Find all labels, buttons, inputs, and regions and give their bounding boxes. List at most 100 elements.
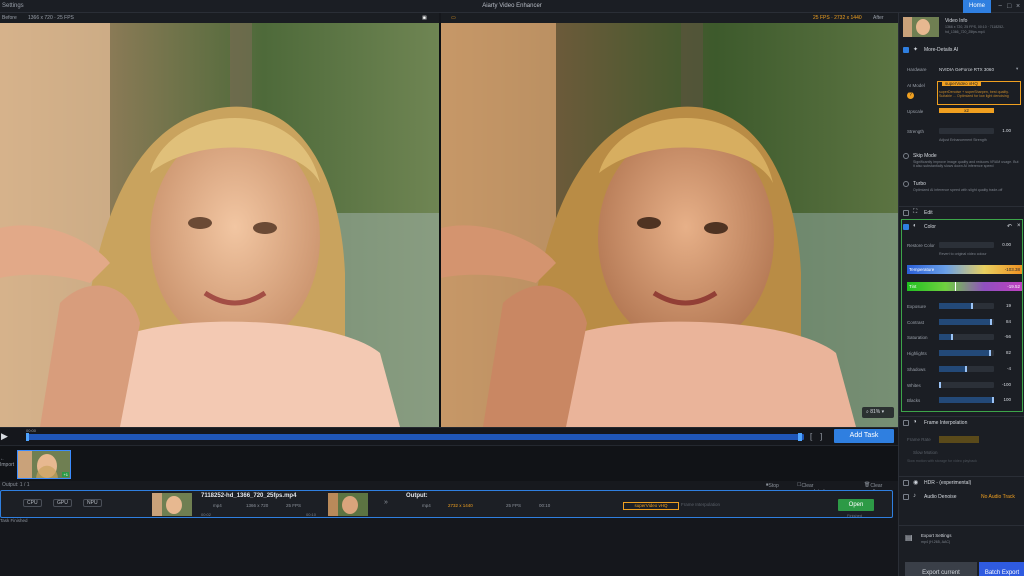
hardware-select[interactable]: NVIDIA GeForce RTX 3060 xyxy=(939,67,994,72)
export-settings-label: Export Settings xyxy=(921,533,952,538)
frame-interp-section[interactable]: ◑ Frame Interpolation xyxy=(899,416,1024,428)
turbo-desc: Optimized AI inference speed with slight… xyxy=(913,188,1003,192)
export-settings-meta: mp4 (H.265, AAC) xyxy=(921,540,951,544)
npu-chip[interactable]: NPU xyxy=(83,499,102,507)
chevron-down-icon: ▾ xyxy=(880,409,885,415)
task-output-thumb xyxy=(328,493,368,516)
timeline-start-handle[interactable] xyxy=(26,433,29,441)
after-preview[interactable] xyxy=(441,23,898,427)
zoom-control[interactable]: ⌕ 81% ▾ xyxy=(862,407,894,418)
minimize-icon[interactable]: − xyxy=(998,3,1002,10)
task-row[interactable]: CPU GPU NPU 7118252-hd_1366_720_25fps.mp… xyxy=(0,490,893,518)
before-preview[interactable] xyxy=(0,23,439,427)
frame-rate-label: Frame Rate xyxy=(907,437,931,442)
compare-icon[interactable]: ▣ xyxy=(422,15,427,21)
more-details-checkbox[interactable] xyxy=(903,47,909,53)
home-button[interactable]: Home xyxy=(963,0,991,13)
timeline-track[interactable] xyxy=(26,434,804,440)
ai-model-label: AI Model xyxy=(907,83,925,88)
hdr-section[interactable]: ◉ HDR - (experimental) xyxy=(899,476,1024,488)
audio-icon: ♪ xyxy=(913,493,916,499)
audio-track-status: No Audio Track xyxy=(981,494,1015,500)
upscale-select[interactable]: x2 xyxy=(939,108,994,113)
audio-denoise-checkbox[interactable] xyxy=(903,494,909,500)
maximize-icon[interactable]: □ xyxy=(1007,3,1011,10)
cpu-chip[interactable]: CPU xyxy=(23,499,42,507)
after-label-bar: ▭ 25 FPS · 2732 x 1440 After xyxy=(441,13,898,23)
crop-icon: ⛶ xyxy=(913,209,918,215)
task-count: Output: 1 / 1 xyxy=(2,482,30,488)
task-status: Task Finished xyxy=(0,518,28,523)
batch-export-button[interactable]: Batch Export xyxy=(979,562,1024,576)
chevron-down-icon[interactable]: ▾ xyxy=(1016,66,1018,72)
strength-value[interactable]: 1.00 xyxy=(997,127,1017,134)
src-fps: 25 FPS xyxy=(286,503,302,508)
color-section-highlight xyxy=(901,219,1023,412)
src-format: mp4 xyxy=(213,503,222,508)
task-filename: 7118252-hd_1366_720_25fps.mp4 xyxy=(201,493,297,499)
turbo-radio[interactable] xyxy=(903,181,909,187)
skip-mode-radio[interactable] xyxy=(903,153,909,159)
toggle-icon: ◑ xyxy=(913,419,917,425)
frame-rate-select[interactable] xyxy=(939,436,979,443)
after-frame-image xyxy=(441,23,898,427)
video-thumbnail[interactable]: +1 xyxy=(17,450,71,479)
hdr-checkbox[interactable] xyxy=(903,480,909,486)
open-button[interactable]: Open xyxy=(838,499,874,511)
upscale-label: Upscale xyxy=(907,109,924,114)
before-meta: 1366 x 720 · 25 FPS xyxy=(28,15,74,21)
edit-label: Edit xyxy=(924,210,933,216)
task-model-chip: superVideo vHQ xyxy=(623,502,679,510)
gpu-chip[interactable]: GPU xyxy=(53,499,72,507)
skip-mode-desc: Significantly improve image quality and … xyxy=(913,160,1019,168)
title-bar: Settings Aiarty Video Enhancer Home − □ … xyxy=(0,0,1024,13)
slow-motion-note: Slow motion with storage for video playb… xyxy=(907,459,977,463)
more-details-section[interactable]: ✦ More-Details AI xyxy=(899,44,1024,56)
task-list-empty-area xyxy=(0,524,898,576)
import-button[interactable]: ← Import xyxy=(0,456,14,468)
ai-model-highlight xyxy=(937,81,1021,105)
out-fps: 25 FPS xyxy=(506,503,522,508)
close-icon[interactable]: × xyxy=(1016,3,1020,10)
video-info-title: Video Info xyxy=(945,18,968,24)
before-label-bar: Before 1366 x 720 · 25 FPS ▣ xyxy=(0,13,439,23)
out-format: mp4 xyxy=(422,503,431,508)
thumbnail-badge: +1 xyxy=(62,472,69,477)
app-title: Aiarty Video Enhancer xyxy=(482,3,542,9)
task-source-thumb xyxy=(152,493,192,516)
more-details-label: More-Details AI xyxy=(924,47,959,53)
set-out-point-icon[interactable]: ] xyxy=(820,432,822,441)
add-task-button[interactable]: Add Task xyxy=(834,429,894,443)
export-settings-icon: ▤ xyxy=(905,533,913,542)
before-frame-image xyxy=(0,23,439,427)
stop-button[interactable]: ⏹ Stop xyxy=(766,482,779,489)
strength-slider[interactable] xyxy=(939,128,994,134)
audio-denoise-section[interactable]: ♪ Audio Denoise No Audio Track xyxy=(899,491,1024,503)
src-start: 00:02 xyxy=(201,512,212,517)
task-header: Output: 1 / 1 ⏹ Stop ☐ Clear completed t… xyxy=(0,481,898,501)
arrow-right-icon: » xyxy=(384,499,388,506)
edit-checkbox[interactable] xyxy=(903,210,909,216)
export-current-button[interactable]: Export current xyxy=(905,562,977,576)
clear-completed-button[interactable]: ☐ Clear completed tasks xyxy=(797,482,825,501)
video-info-thumb xyxy=(903,17,939,37)
frame-interp-checkbox[interactable] xyxy=(903,420,909,426)
video-info-meta: 1366 x 720, 25 FPS, 00:10 · 7118252-hd_1… xyxy=(945,25,1005,34)
src-duration: 00:10 xyxy=(306,512,317,517)
play-icon[interactable]: ▶ xyxy=(1,431,8,442)
audio-denoise-label: Audio Denoise xyxy=(924,494,957,500)
after-label: After xyxy=(873,15,884,21)
help-icon[interactable]: ? xyxy=(907,92,914,99)
export-settings[interactable]: ▤ Export Settings mp4 (H.265, AAC) xyxy=(899,525,1024,558)
set-in-point-icon[interactable]: [ xyxy=(810,432,812,441)
edit-section[interactable]: ⛶ Edit xyxy=(899,206,1024,218)
strength-label: Strength xyxy=(907,129,925,134)
filmstrip: ← Import +1 xyxy=(0,445,898,481)
timeline[interactable]: ▶ 00:00 [ ] xyxy=(0,427,898,445)
hdr-label: HDR - (experimental) xyxy=(924,480,972,486)
timeline-end-handle[interactable] xyxy=(798,433,802,441)
clear-all-button[interactable]: 🗑 Clear all xyxy=(864,482,882,495)
hdr-icon: ◉ xyxy=(913,480,919,486)
src-resolution: 1366 x 720 xyxy=(246,503,269,508)
task-interp-chip: Frame Interpolation xyxy=(681,502,721,507)
